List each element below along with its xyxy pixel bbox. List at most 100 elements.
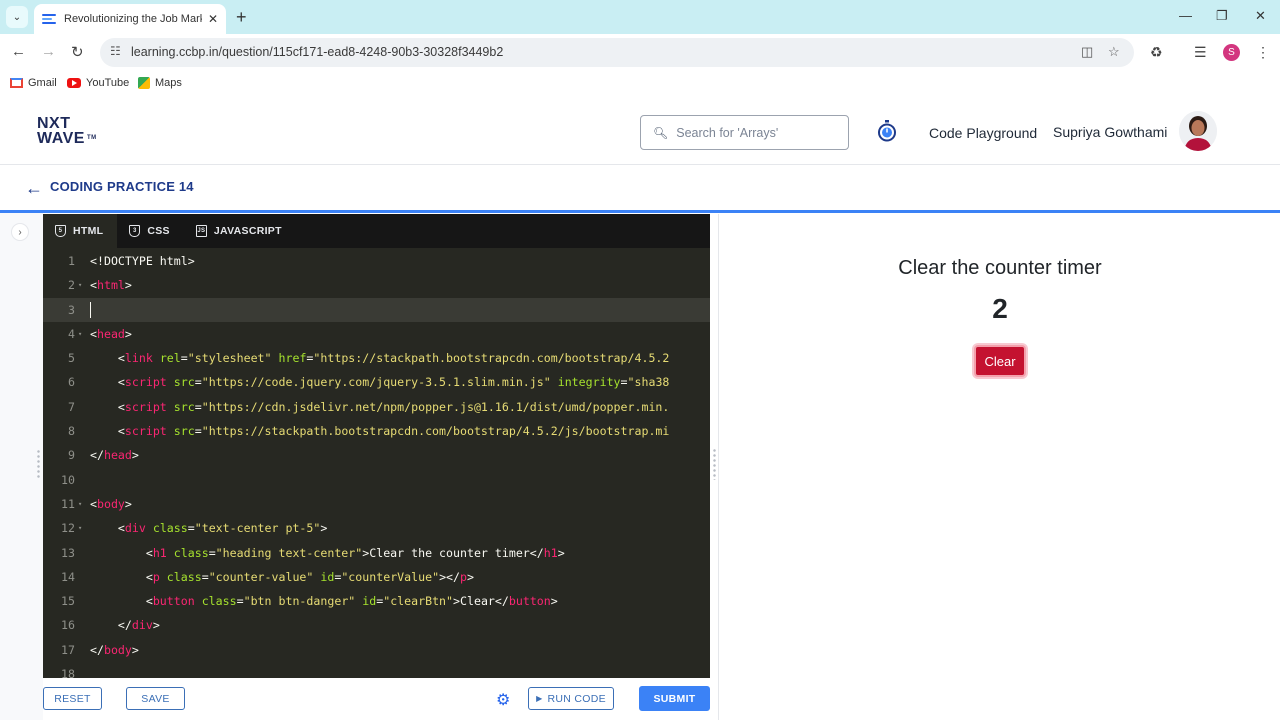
tab-label: HTML bbox=[73, 225, 104, 237]
code-line[interactable]: 8 <script src="https://stackpath.bootstr… bbox=[43, 419, 710, 443]
preview-counter-value: 2 bbox=[992, 293, 1008, 324]
preview-clear-button[interactable]: Clear bbox=[974, 345, 1026, 377]
install-app-icon[interactable]: ◫ bbox=[1081, 44, 1093, 60]
code-line[interactable]: 3 bbox=[43, 297, 710, 322]
nxtwave-logo[interactable]: NXT WAVE TM bbox=[37, 116, 107, 150]
bookmark-label: Maps bbox=[155, 77, 182, 89]
code-line[interactable]: 11 ▾ <body> bbox=[43, 492, 710, 516]
code-text: <body> bbox=[90, 496, 132, 511]
text-cursor bbox=[90, 301, 91, 318]
line-number: 3 bbox=[68, 302, 75, 317]
code-text: <button class="btn btn-danger" id="clear… bbox=[90, 594, 558, 609]
line-number: 7 bbox=[68, 399, 75, 414]
line-number: 9 bbox=[68, 448, 75, 463]
code-line[interactable]: 9 </head> bbox=[43, 443, 710, 467]
code-text: <link rel="stylesheet" href="https://sta… bbox=[90, 351, 670, 366]
line-number: 14 bbox=[61, 569, 75, 584]
output-preview: Clear the counter timer 2 Clear bbox=[718, 214, 1280, 720]
bookmark-label: Gmail bbox=[28, 77, 57, 89]
back-arrow-icon[interactable]: ← bbox=[25, 178, 43, 199]
line-number: 11 bbox=[61, 496, 75, 511]
user-avatar[interactable] bbox=[1179, 111, 1217, 151]
site-settings-icon[interactable]: ☷ bbox=[110, 44, 121, 58]
back-icon[interactable]: ← bbox=[11, 43, 26, 60]
line-number: 13 bbox=[61, 545, 75, 560]
fold-toggle-icon[interactable]: ▾ bbox=[78, 273, 82, 297]
tab-html[interactable]: 5 HTML bbox=[43, 214, 118, 248]
bookmark-label: YouTube bbox=[86, 77, 130, 89]
code-text: <script src="https://code.jquery.com/jqu… bbox=[90, 375, 670, 390]
practice-title: CODING PRACTICE 14 bbox=[50, 179, 194, 194]
extensions-icon[interactable]: ♻ bbox=[1150, 44, 1163, 61]
fold-toggle-icon[interactable]: ▾ bbox=[78, 322, 82, 346]
new-tab-button[interactable]: + bbox=[236, 7, 247, 28]
expand-panel-chevron-icon[interactable]: › bbox=[11, 223, 29, 241]
reload-icon[interactable]: ↻ bbox=[71, 43, 84, 61]
code-line[interactable]: 5 <link rel="stylesheet" href="https://s… bbox=[43, 346, 710, 370]
search-box[interactable]: 🔍︎ bbox=[640, 115, 849, 150]
search-input[interactable] bbox=[676, 125, 847, 140]
browser-menu-icon[interactable]: ⋮ bbox=[1256, 44, 1270, 61]
fold-toggle-icon[interactable]: ▾ bbox=[78, 492, 82, 516]
address-bar[interactable]: ☷ learning.ccbp.in/question/115cf171-ead… bbox=[100, 38, 1134, 67]
code-text: <html> bbox=[90, 278, 132, 293]
code-line[interactable]: 2 ▾ <html> bbox=[43, 273, 710, 297]
code-playground-link[interactable]: Code Playground bbox=[929, 125, 1037, 141]
code-text: <head> bbox=[90, 326, 132, 341]
media-controls-icon[interactable]: ☰ bbox=[1194, 44, 1207, 61]
code-line[interactable]: 17 </body> bbox=[43, 638, 710, 662]
code-line[interactable]: 15 <button class="btn btn-danger" id="cl… bbox=[43, 589, 710, 613]
left-resize-handle[interactable] bbox=[37, 449, 40, 479]
site-favicon-icon bbox=[42, 14, 56, 24]
code-text: <!DOCTYPE html> bbox=[90, 254, 195, 268]
javascript-file-icon: JS bbox=[195, 225, 207, 237]
bookmarks-bar: Gmail YouTube Maps bbox=[0, 72, 1280, 96]
window-close-icon[interactable]: ✕ bbox=[1255, 8, 1266, 24]
tab-css[interactable]: 3 CSS bbox=[117, 214, 184, 248]
play-icon: ▶ bbox=[536, 694, 543, 703]
code-text: </div> bbox=[90, 618, 160, 633]
code-line[interactable]: 7 <script src="https://cdn.jsdelivr.net/… bbox=[43, 395, 710, 419]
line-number: 6 bbox=[68, 375, 75, 390]
code-line[interactable]: 12 ▾ <div class="text-center pt-5"> bbox=[43, 516, 710, 540]
restore-icon[interactable]: ❐ bbox=[1216, 8, 1228, 24]
tab-label: CSS bbox=[147, 225, 170, 237]
tab-search-button[interactable]: ⌄ bbox=[6, 6, 28, 28]
submit-button[interactable]: SUBMIT bbox=[639, 686, 710, 711]
run-code-button[interactable]: ▶ RUN CODE bbox=[528, 687, 614, 710]
settings-gear-icon[interactable]: ⚙ bbox=[496, 690, 510, 710]
code-line[interactable]: 4 ▾ <head> bbox=[43, 322, 710, 346]
line-number: 2 bbox=[68, 278, 75, 293]
profile-avatar[interactable]: S bbox=[1223, 44, 1240, 61]
line-number: 8 bbox=[68, 424, 75, 439]
editor-preview-resize-handle[interactable] bbox=[713, 448, 716, 480]
code-line[interactable]: 16 </div> bbox=[43, 613, 710, 637]
line-number: 18 bbox=[61, 667, 75, 678]
browser-tab[interactable]: Revolutionizing the Job Market ✕ bbox=[34, 4, 226, 34]
bookmark-maps[interactable]: Maps bbox=[138, 77, 182, 89]
app-header: NXT WAVETM 🔍︎ Code Playground Supriya Go… bbox=[0, 96, 1280, 165]
reset-button[interactable]: RESET bbox=[43, 687, 102, 710]
code-line[interactable]: 10 bbox=[43, 468, 710, 492]
fold-toggle-icon[interactable]: ▾ bbox=[78, 516, 82, 540]
code-line[interactable]: 1 <!DOCTYPE html> bbox=[43, 249, 710, 273]
tab-close-icon[interactable]: ✕ bbox=[208, 12, 218, 26]
youtube-icon bbox=[67, 78, 81, 88]
code-line[interactable]: 13 <h1 class="heading text-center">Clear… bbox=[43, 541, 710, 565]
browser-tab-strip: ⌄ Revolutionizing the Job Market ✕ + — ❐… bbox=[0, 0, 1280, 34]
code-line[interactable]: 14 <p class="counter-value" id="counterV… bbox=[43, 565, 710, 589]
bookmark-star-icon[interactable]: ☆ bbox=[1108, 44, 1120, 60]
code-line[interactable]: 6 <script src="https://code.jquery.com/j… bbox=[43, 370, 710, 394]
tab-javascript[interactable]: JS JAVASCRIPT bbox=[184, 214, 296, 248]
user-name[interactable]: Supriya Gowthami bbox=[1053, 124, 1167, 140]
save-button[interactable]: SAVE bbox=[126, 687, 185, 710]
minimize-icon[interactable]: — bbox=[1179, 8, 1192, 23]
code-text: <h1 class="heading text-center">Clear th… bbox=[90, 545, 565, 560]
code-line[interactable]: 18 bbox=[43, 662, 710, 678]
stopwatch-icon[interactable] bbox=[877, 120, 897, 142]
code-lines[interactable]: 1 <!DOCTYPE html> 2 ▾ <html> 3 4 ▾ <head> 5 <link… bbox=[43, 249, 710, 678]
bookmark-gmail[interactable]: Gmail bbox=[10, 77, 57, 89]
forward-icon[interactable]: → bbox=[41, 43, 56, 60]
code-editor[interactable]: 5 HTML 3 CSS JS JAVASCRIPT 1 <!DOCTYPE ht… bbox=[43, 214, 710, 678]
bookmark-youtube[interactable]: YouTube bbox=[67, 77, 129, 89]
